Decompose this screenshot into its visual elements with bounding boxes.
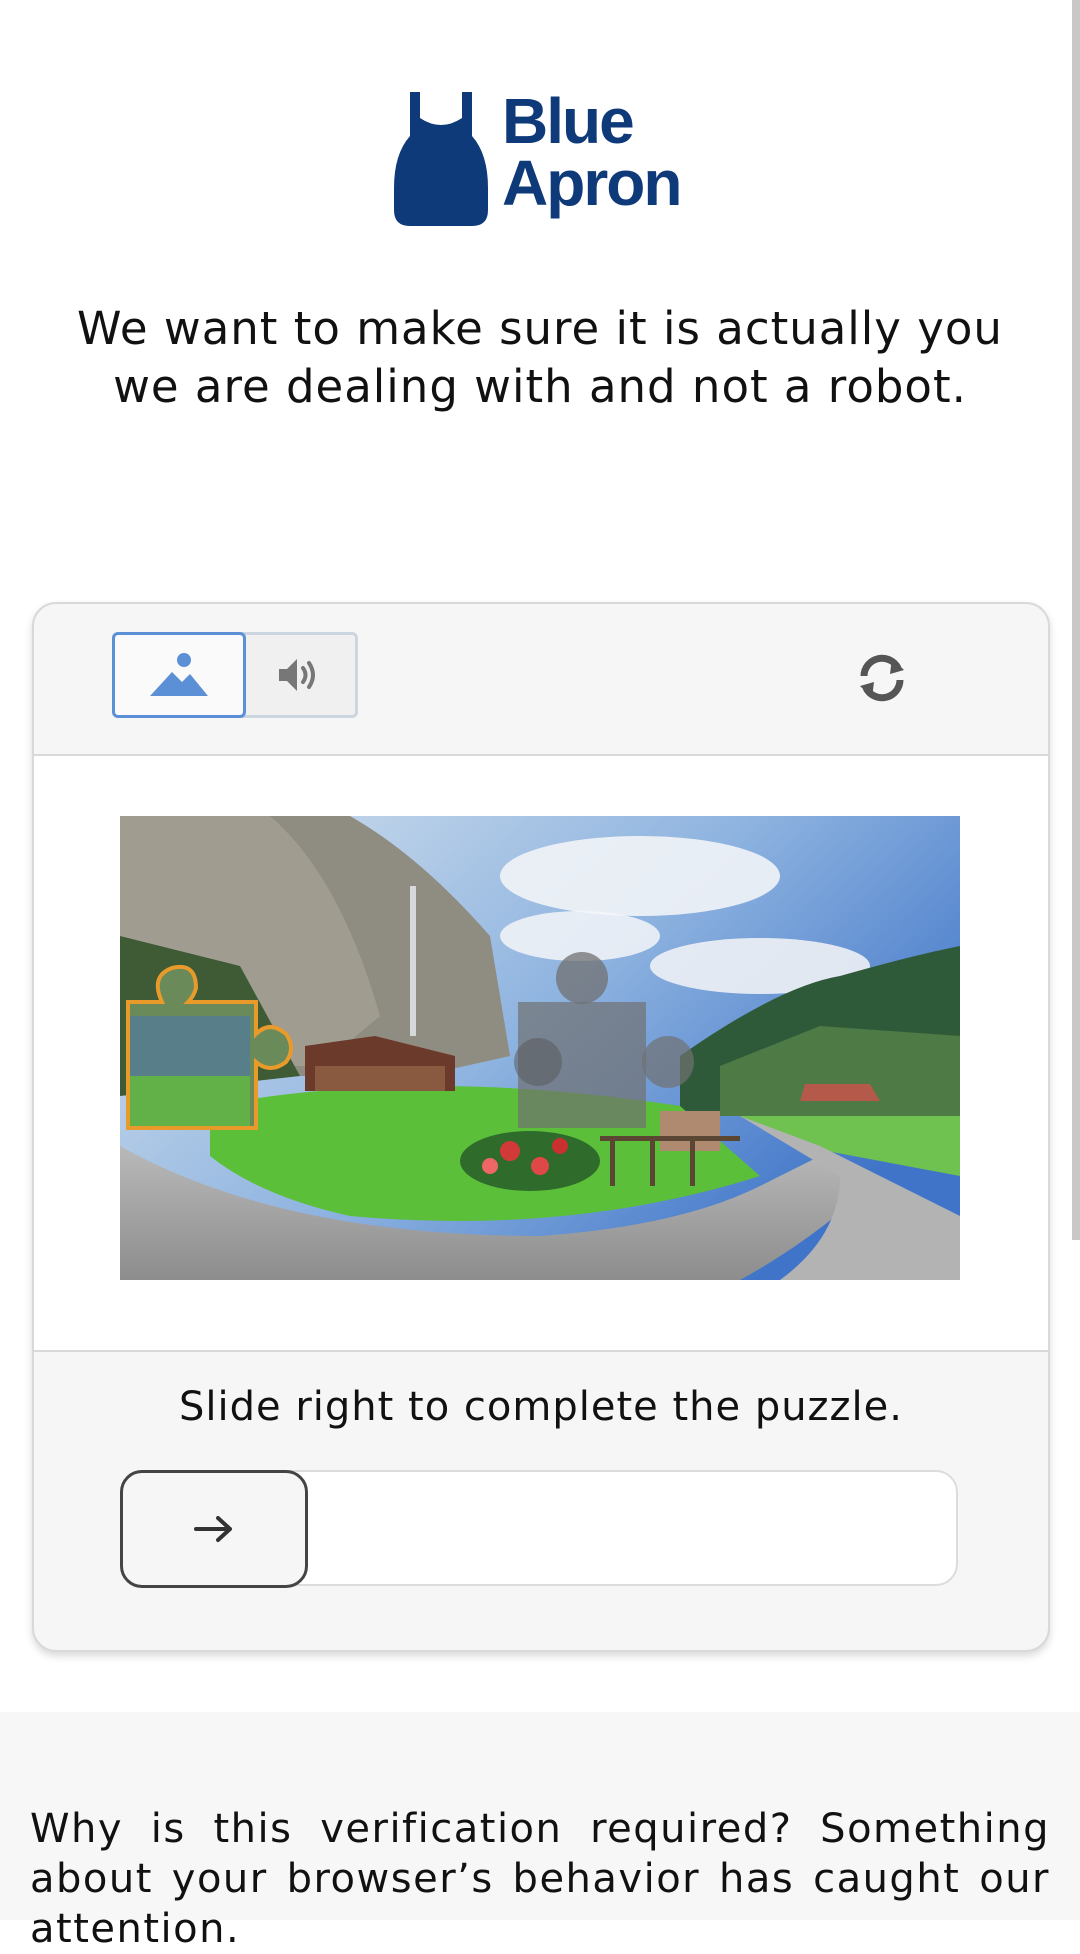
headline-line2: we are dealing with and not a robot. [113, 360, 967, 413]
speaker-icon [278, 659, 315, 691]
audio-mode-button[interactable] [242, 632, 358, 718]
blue-apron-logo: Blue Apron [386, 88, 696, 234]
verification-headline: We want to make sure it is actually you … [40, 300, 1040, 416]
refresh-icon [860, 654, 904, 702]
image-icon [150, 653, 208, 696]
captcha-card: Slide right to complete the puzzle. [32, 602, 1050, 1652]
slider-handle[interactable] [120, 1470, 308, 1588]
brand-name-line1: Blue [502, 85, 635, 157]
puzzle-image [120, 816, 960, 1280]
image-mode-button[interactable] [112, 632, 246, 718]
captcha-toolbar [34, 604, 1048, 756]
refresh-button[interactable] [852, 648, 912, 708]
headline-line1: We want to make sure it is actually you [77, 302, 1003, 355]
page-scrollbar[interactable] [1072, 0, 1080, 1240]
brand-name: Blue Apron [502, 85, 682, 219]
verification-explanation: Why is this verification required? Somet… [0, 1712, 1080, 1952]
slider-instruction: Slide right to complete the puzzle. [179, 1384, 903, 1430]
apron-icon [394, 92, 488, 226]
puzzle-area [34, 756, 1048, 1352]
explanation-text: Why is this verification required? Somet… [30, 1806, 1050, 1952]
brand-name-line2: Apron [502, 147, 682, 219]
arrow-right-icon [194, 1516, 232, 1542]
